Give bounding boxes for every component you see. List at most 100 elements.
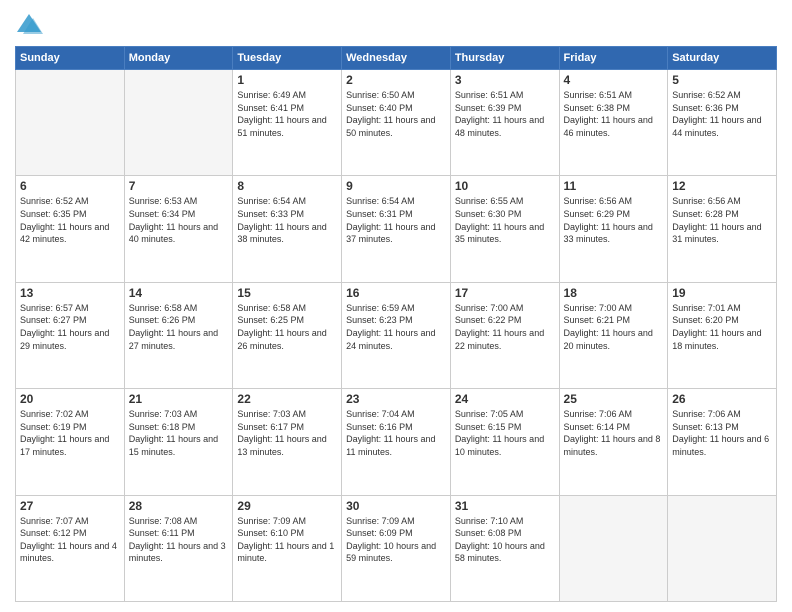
day-info: Sunrise: 6:53 AM Sunset: 6:34 PM Dayligh…	[129, 195, 229, 245]
calendar-cell: 2 Sunrise: 6:50 AM Sunset: 6:40 PM Daylig…	[342, 70, 451, 176]
calendar-cell: 19Sunrise: 7:01 AM Sunset: 6:20 PM Dayli…	[668, 282, 777, 388]
calendar-cell: 8 Sunrise: 6:54 AM Sunset: 6:33 PM Daylig…	[233, 176, 342, 282]
calendar-table: SundayMondayTuesdayWednesdayThursdayFrid…	[15, 46, 777, 602]
calendar-cell: 28 Sunrise: 7:08 AM Sunset: 6:11 PM Dayli…	[124, 495, 233, 601]
day-number: 12	[672, 179, 772, 193]
calendar-cell: 5 Sunrise: 6:52 AM Sunset: 6:36 PM Daylig…	[668, 70, 777, 176]
day-info: Sunrise: 7:08 AM Sunset: 6:11 PM Dayligh…	[129, 515, 229, 565]
calendar-cell: 11 Sunrise: 6:56 AM Sunset: 6:29 PM Dayli…	[559, 176, 668, 282]
calendar-cell: 30Sunrise: 7:09 AM Sunset: 6:09 PM Dayli…	[342, 495, 451, 601]
calendar-cell: 16Sunrise: 6:59 AM Sunset: 6:23 PM Dayli…	[342, 282, 451, 388]
day-info: Sunrise: 7:00 AM Sunset: 6:22 PM Dayligh…	[455, 302, 555, 352]
day-number: 1	[237, 73, 337, 87]
calendar-week-row: 20 Sunrise: 7:02 AM Sunset: 6:19 PM Dayli…	[16, 389, 777, 495]
calendar-header-row: SundayMondayTuesdayWednesdayThursdayFrid…	[16, 47, 777, 70]
day-info: Sunrise: 7:03 AM Sunset: 6:18 PM Dayligh…	[129, 408, 229, 458]
day-number: 16	[346, 286, 446, 300]
calendar-cell: 24 Sunrise: 7:05 AM Sunset: 6:15 PM Dayli…	[450, 389, 559, 495]
calendar-cell: 20 Sunrise: 7:02 AM Sunset: 6:19 PM Dayli…	[16, 389, 125, 495]
calendar-cell	[559, 495, 668, 601]
day-info: Sunrise: 6:54 AM Sunset: 6:33 PM Dayligh…	[237, 195, 337, 245]
day-number: 23	[346, 392, 446, 406]
calendar-cell: 26 Sunrise: 7:06 AM Sunset: 6:13 PM Dayli…	[668, 389, 777, 495]
calendar-cell: 9 Sunrise: 6:54 AM Sunset: 6:31 PM Daylig…	[342, 176, 451, 282]
day-info: Sunrise: 6:52 AM Sunset: 6:35 PM Dayligh…	[20, 195, 120, 245]
day-number: 5	[672, 73, 772, 87]
day-info: Sunrise: 6:57 AM Sunset: 6:27 PM Dayligh…	[20, 302, 120, 352]
calendar-cell: 3 Sunrise: 6:51 AM Sunset: 6:39 PM Daylig…	[450, 70, 559, 176]
day-info: Sunrise: 7:05 AM Sunset: 6:15 PM Dayligh…	[455, 408, 555, 458]
day-of-week-header: Sunday	[16, 47, 125, 70]
day-number: 18	[564, 286, 664, 300]
day-info: Sunrise: 7:03 AM Sunset: 6:17 PM Dayligh…	[237, 408, 337, 458]
calendar-cell: 17 Sunrise: 7:00 AM Sunset: 6:22 PM Dayli…	[450, 282, 559, 388]
day-number: 3	[455, 73, 555, 87]
calendar-week-row: 1 Sunrise: 6:49 AM Sunset: 6:41 PM Daylig…	[16, 70, 777, 176]
day-of-week-header: Thursday	[450, 47, 559, 70]
calendar-cell	[16, 70, 125, 176]
calendar-cell	[668, 495, 777, 601]
page: SundayMondayTuesdayWednesdayThursdayFrid…	[0, 0, 792, 612]
calendar-cell: 29 Sunrise: 7:09 AM Sunset: 6:10 PM Dayli…	[233, 495, 342, 601]
day-info: Sunrise: 6:51 AM Sunset: 6:38 PM Dayligh…	[564, 89, 664, 139]
day-info: Sunrise: 7:09 AM Sunset: 6:09 PM Dayligh…	[346, 515, 446, 565]
day-info: Sunrise: 6:56 AM Sunset: 6:28 PM Dayligh…	[672, 195, 772, 245]
day-number: 4	[564, 73, 664, 87]
day-info: Sunrise: 7:02 AM Sunset: 6:19 PM Dayligh…	[20, 408, 120, 458]
day-number: 2	[346, 73, 446, 87]
day-number: 15	[237, 286, 337, 300]
day-of-week-header: Monday	[124, 47, 233, 70]
day-number: 14	[129, 286, 229, 300]
day-info: Sunrise: 6:56 AM Sunset: 6:29 PM Dayligh…	[564, 195, 664, 245]
day-info: Sunrise: 6:52 AM Sunset: 6:36 PM Dayligh…	[672, 89, 772, 139]
day-number: 13	[20, 286, 120, 300]
day-info: Sunrise: 6:54 AM Sunset: 6:31 PM Dayligh…	[346, 195, 446, 245]
day-number: 21	[129, 392, 229, 406]
day-of-week-header: Friday	[559, 47, 668, 70]
day-info: Sunrise: 6:49 AM Sunset: 6:41 PM Dayligh…	[237, 89, 337, 139]
calendar-cell: 27 Sunrise: 7:07 AM Sunset: 6:12 PM Dayli…	[16, 495, 125, 601]
day-number: 25	[564, 392, 664, 406]
calendar-cell: 10 Sunrise: 6:55 AM Sunset: 6:30 PM Dayli…	[450, 176, 559, 282]
calendar-cell: 1 Sunrise: 6:49 AM Sunset: 6:41 PM Daylig…	[233, 70, 342, 176]
calendar-cell: 12 Sunrise: 6:56 AM Sunset: 6:28 PM Dayli…	[668, 176, 777, 282]
day-info: Sunrise: 7:00 AM Sunset: 6:21 PM Dayligh…	[564, 302, 664, 352]
day-number: 19	[672, 286, 772, 300]
day-number: 27	[20, 499, 120, 513]
day-number: 10	[455, 179, 555, 193]
day-number: 26	[672, 392, 772, 406]
day-number: 28	[129, 499, 229, 513]
calendar-week-row: 6 Sunrise: 6:52 AM Sunset: 6:35 PM Daylig…	[16, 176, 777, 282]
day-number: 8	[237, 179, 337, 193]
day-info: Sunrise: 7:06 AM Sunset: 6:13 PM Dayligh…	[672, 408, 772, 458]
day-info: Sunrise: 7:04 AM Sunset: 6:16 PM Dayligh…	[346, 408, 446, 458]
day-number: 22	[237, 392, 337, 406]
day-of-week-header: Saturday	[668, 47, 777, 70]
calendar-cell: 22 Sunrise: 7:03 AM Sunset: 6:17 PM Dayli…	[233, 389, 342, 495]
day-info: Sunrise: 7:09 AM Sunset: 6:10 PM Dayligh…	[237, 515, 337, 565]
calendar-cell: 18 Sunrise: 7:00 AM Sunset: 6:21 PM Dayli…	[559, 282, 668, 388]
day-info: Sunrise: 7:06 AM Sunset: 6:14 PM Dayligh…	[564, 408, 664, 458]
day-number: 9	[346, 179, 446, 193]
calendar-cell: 15Sunrise: 6:58 AM Sunset: 6:25 PM Dayli…	[233, 282, 342, 388]
calendar-week-row: 13 Sunrise: 6:57 AM Sunset: 6:27 PM Dayli…	[16, 282, 777, 388]
logo	[15, 10, 47, 38]
calendar-week-row: 27 Sunrise: 7:07 AM Sunset: 6:12 PM Dayli…	[16, 495, 777, 601]
day-number: 17	[455, 286, 555, 300]
day-number: 20	[20, 392, 120, 406]
calendar-cell: 4 Sunrise: 6:51 AM Sunset: 6:38 PM Daylig…	[559, 70, 668, 176]
day-number: 6	[20, 179, 120, 193]
header	[15, 10, 777, 38]
day-number: 29	[237, 499, 337, 513]
day-info: Sunrise: 6:55 AM Sunset: 6:30 PM Dayligh…	[455, 195, 555, 245]
calendar-cell	[124, 70, 233, 176]
day-number: 24	[455, 392, 555, 406]
day-info: Sunrise: 6:50 AM Sunset: 6:40 PM Dayligh…	[346, 89, 446, 139]
calendar-cell: 23 Sunrise: 7:04 AM Sunset: 6:16 PM Dayli…	[342, 389, 451, 495]
day-number: 11	[564, 179, 664, 193]
day-number: 31	[455, 499, 555, 513]
calendar-cell: 31Sunrise: 7:10 AM Sunset: 6:08 PM Dayli…	[450, 495, 559, 601]
calendar-cell: 25 Sunrise: 7:06 AM Sunset: 6:14 PM Dayli…	[559, 389, 668, 495]
day-info: Sunrise: 6:51 AM Sunset: 6:39 PM Dayligh…	[455, 89, 555, 139]
day-info: Sunrise: 7:07 AM Sunset: 6:12 PM Dayligh…	[20, 515, 120, 565]
